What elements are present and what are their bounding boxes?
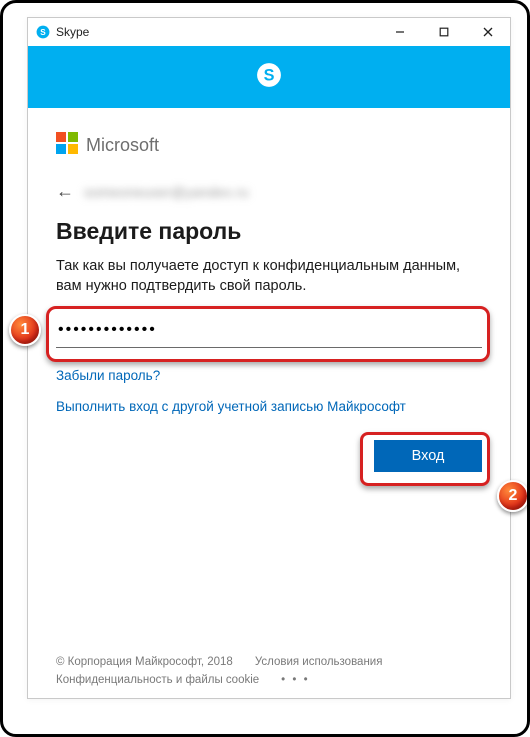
back-arrow-icon: ← — [56, 181, 74, 202]
page-description: Так как вы получаете доступ к конфиденци… — [56, 257, 482, 296]
skype-icon: S — [36, 25, 50, 39]
titlebar: S Skype — [28, 18, 510, 46]
svg-text:S: S — [40, 28, 46, 37]
page-heading: Введите пароль — [56, 218, 482, 245]
identity-back-row[interactable]: ← someoneuser@yandex.ru — [56, 181, 482, 202]
microsoft-label: Microsoft — [86, 135, 159, 156]
window-title: Skype — [56, 25, 89, 39]
signin-button[interactable]: Вход — [374, 440, 482, 472]
footer: © Корпорация Майкрософт, 2018 Условия ис… — [56, 650, 482, 686]
skype-window: S Skype S — [27, 17, 511, 699]
other-account-link[interactable]: Выполнить вход с другой учетной записью … — [56, 399, 482, 414]
maximize-button[interactable] — [422, 18, 466, 46]
footer-terms-link[interactable]: Условия использования — [255, 656, 383, 668]
password-input[interactable] — [56, 314, 482, 348]
close-button[interactable] — [466, 18, 510, 46]
footer-copyright: © Корпорация Майкрософт, 2018 — [56, 656, 233, 668]
microsoft-logo: Microsoft — [56, 132, 482, 159]
skype-logo-icon: S — [256, 62, 282, 93]
footer-privacy-link[interactable]: Конфиденциальность и файлы cookie — [56, 674, 259, 686]
account-email: someoneuser@yandex.ru — [84, 184, 249, 200]
skype-banner: S — [28, 46, 510, 108]
tutorial-frame: S Skype S — [0, 0, 530, 737]
minimize-button[interactable] — [378, 18, 422, 46]
microsoft-squares-icon — [56, 132, 78, 159]
svg-text:S: S — [264, 66, 275, 84]
footer-more-button[interactable]: • • • — [281, 674, 309, 686]
auth-content: Microsoft ← someoneuser@yandex.ru Введит… — [28, 108, 510, 472]
forgot-password-link[interactable]: Забыли пароль? — [56, 368, 482, 383]
